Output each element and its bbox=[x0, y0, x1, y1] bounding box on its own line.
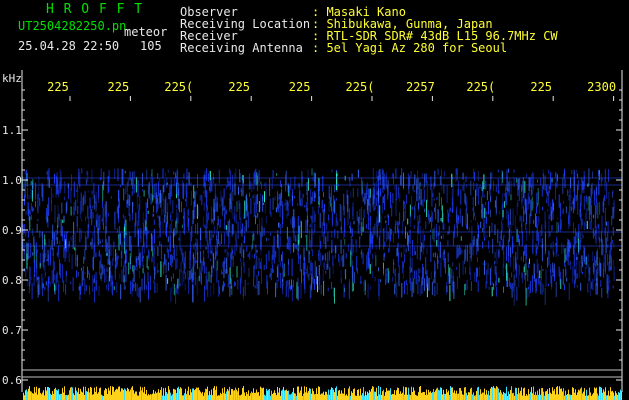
bottom-signal-strip bbox=[23, 386, 622, 400]
x-tick-label: 225 bbox=[289, 80, 311, 94]
y-unit-label: kHz bbox=[2, 72, 22, 85]
x-tick-label: 2257 bbox=[406, 80, 435, 94]
x-tick-label: 225 bbox=[108, 80, 130, 94]
y-tick-label: 0.8 bbox=[2, 274, 22, 287]
y-tick-label: 1.0 bbox=[2, 174, 22, 187]
x-tick-label: 2300 bbox=[587, 80, 616, 94]
x-tick-label: 225 bbox=[530, 80, 552, 94]
x-tick-label: 225 bbox=[47, 80, 69, 94]
y-tick-label: 0.7 bbox=[2, 324, 22, 337]
y-tick-label: 1.1 bbox=[2, 124, 22, 137]
x-tick-label: 225( bbox=[164, 80, 193, 94]
y-tick-label: 0.6 bbox=[2, 374, 22, 387]
x-tick-label: 225 bbox=[228, 80, 250, 94]
spectrogram-plot: kHz 1.1 1.0 0.9 0.8 0.7 0.6 225 225 225( 225 225 225… bbox=[2, 70, 623, 400]
signal-noise-layer bbox=[22, 168, 622, 306]
x-tick-label: 225( bbox=[466, 80, 495, 94]
y-tick-label: 0.9 bbox=[2, 224, 22, 237]
x-tick-label: 225( bbox=[346, 80, 375, 94]
